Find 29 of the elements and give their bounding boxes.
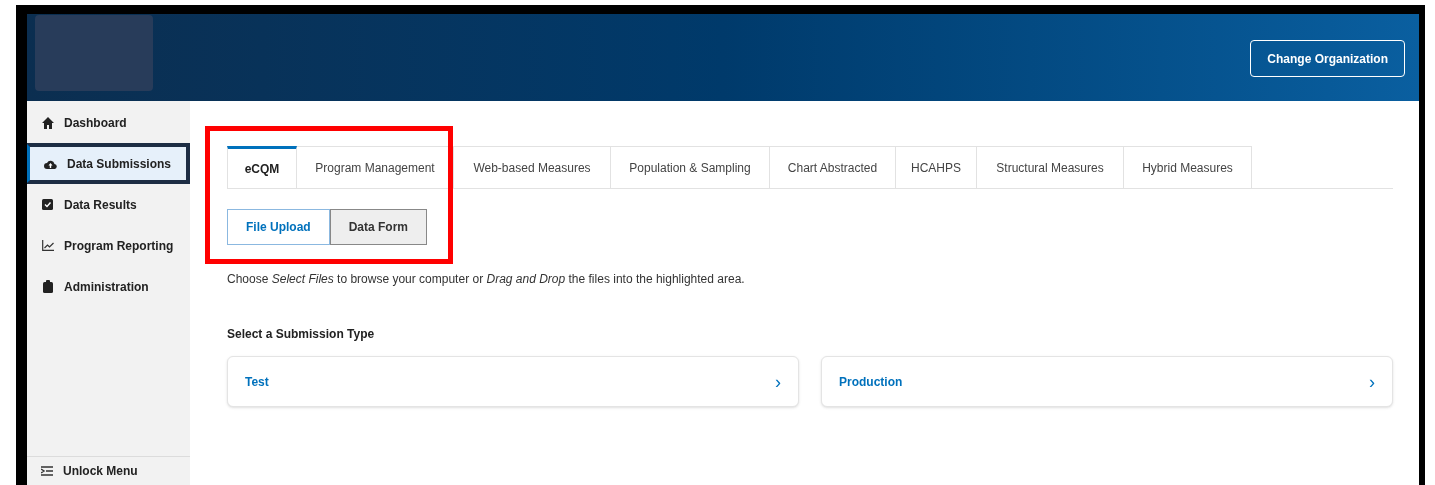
- sidebar-item[interactable]: Data Results: [27, 184, 190, 225]
- submission-option-card[interactable]: Production ›: [821, 356, 1393, 407]
- instructions-text: Choose Select Files to browse your computer or Drag and Drop the files into the highlighted area.: [227, 271, 746, 288]
- submission-option-card[interactable]: Test ›: [227, 356, 799, 407]
- section-heading: Select a Submission Type: [227, 326, 376, 343]
- sidebar-item[interactable]: Data Submissions: [27, 143, 190, 184]
- toggle-button[interactable]: Data Form: [329, 209, 427, 245]
- checkbox-icon: [42, 199, 53, 210]
- tab[interactable]: HCAHPS: [896, 146, 977, 188]
- home-icon: [41, 116, 54, 129]
- unlock-menu-link[interactable]: Unlock Menu: [63, 462, 138, 480]
- cloud-upload-icon: [44, 158, 57, 169]
- tab[interactable]: Hybrid Measures: [1124, 146, 1252, 188]
- clipboard-icon: [42, 280, 53, 293]
- toggle-button[interactable]: File Upload: [227, 209, 330, 245]
- menu-indent-icon: [41, 466, 53, 476]
- sidebar-item[interactable]: Program Reporting: [27, 225, 190, 266]
- tab[interactable]: Population & Sampling: [611, 146, 770, 188]
- tab[interactable]: eCQM: [227, 146, 297, 188]
- tab[interactable]: Program Management: [297, 146, 454, 188]
- tab[interactable]: Structural Measures: [977, 146, 1124, 188]
- line-chart-icon: [41, 240, 54, 251]
- tab[interactable]: Chart Abstracted: [770, 146, 896, 188]
- tab[interactable]: Web-based Measures: [454, 146, 611, 188]
- chevron-icon: ›: [775, 372, 781, 391]
- sidebar-item[interactable]: Administration: [27, 266, 190, 307]
- chevron-icon: ›: [1369, 372, 1375, 391]
- sidebar-item[interactable]: Dashboard: [27, 102, 190, 143]
- change-organization-button[interactable]: Change Organization: [1250, 40, 1405, 77]
